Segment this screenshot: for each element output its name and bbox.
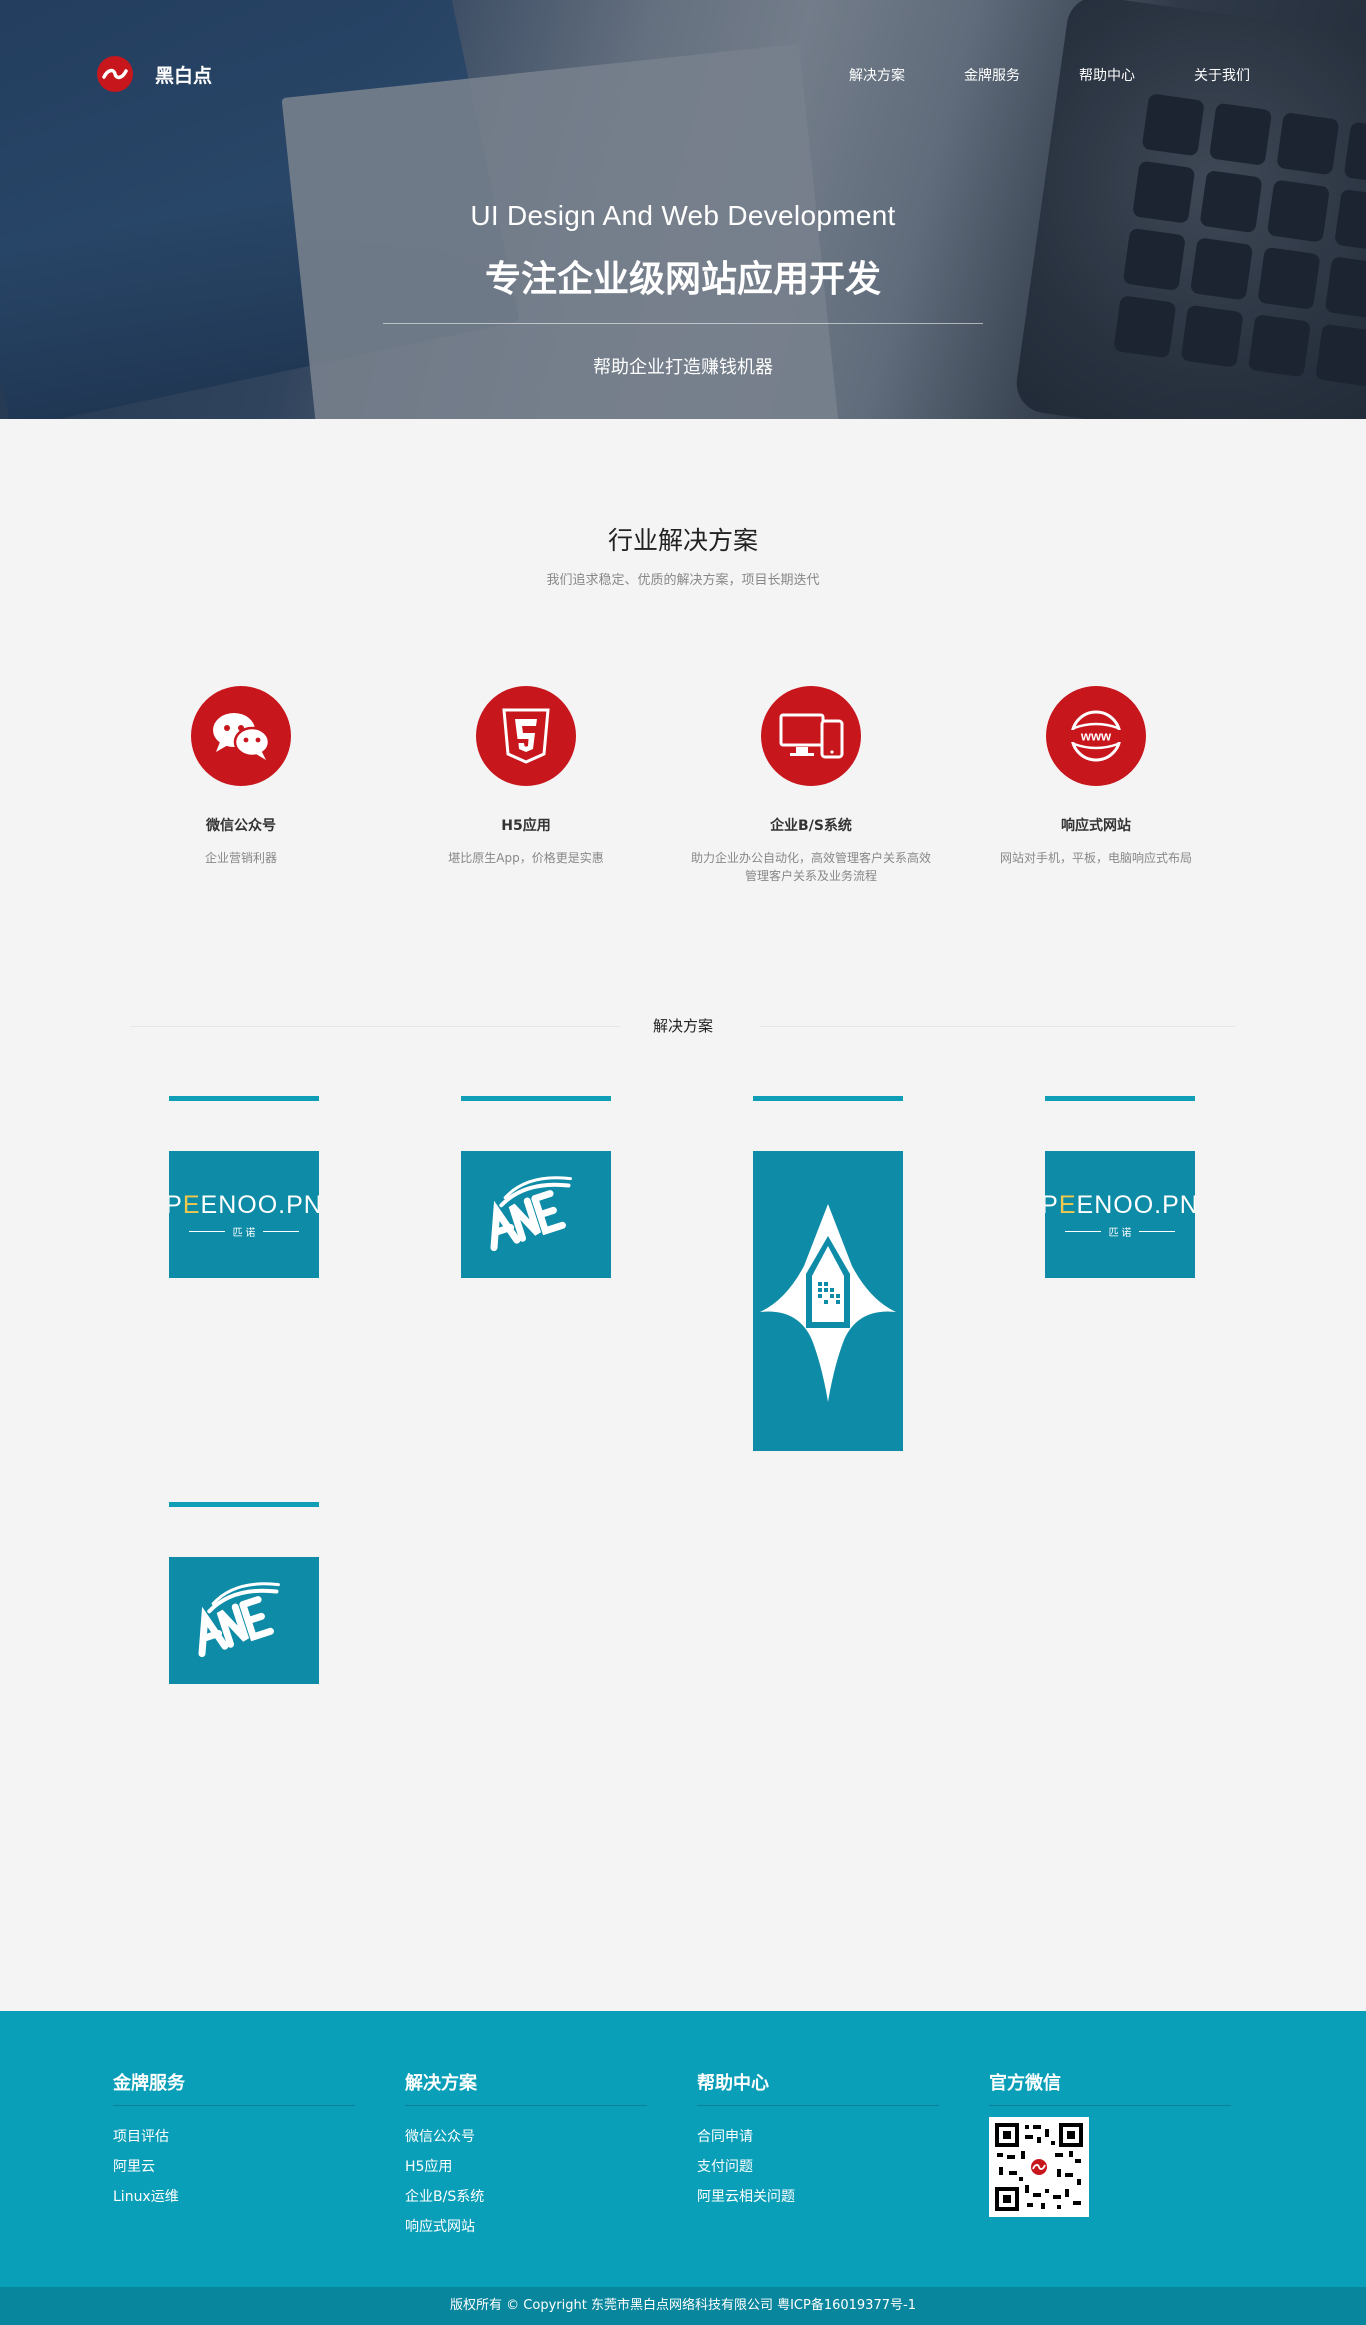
card-accent-bar	[461, 1096, 611, 1101]
footer-link[interactable]: Linux运维	[113, 2182, 355, 2212]
stylized-script-logo	[490, 1175, 572, 1251]
footer-link[interactable]: 企业B/S系统	[405, 2182, 647, 2212]
footer-link[interactable]: 支付问题	[697, 2152, 939, 2182]
footer-link[interactable]: 项目评估	[113, 2122, 355, 2152]
footer-link[interactable]: 合同申请	[697, 2122, 939, 2152]
top-navbar: 黑白点 解决方案 金牌服务 帮助中心 关于我们	[0, 0, 1366, 150]
html5-icon	[476, 686, 576, 786]
solution-card-script[interactable]	[461, 1151, 611, 1278]
peenoo-logo-text: PEENOO.PN	[169, 1190, 319, 1219]
industry-section-subtitle: 我们追求稳定、优质的解决方案，项目长期迭代	[546, 573, 820, 588]
card-accent-bar	[753, 1096, 903, 1101]
hero-subtitle: 帮助企业打造赚钱机器	[593, 357, 773, 378]
footer-col-title: 帮助中心	[697, 2069, 939, 2106]
copyright-bar: 版权所有 © Copyright 东莞市黑白点网络科技有限公司 粤ICP备160…	[0, 2287, 1366, 2325]
card-accent-bar	[169, 1502, 319, 1507]
footer-col-title: 解决方案	[405, 2069, 647, 2106]
solutions-section-title: 解决方案	[652, 1017, 713, 1035]
brand-logo-icon	[97, 56, 133, 92]
nav-menu: 解决方案 金牌服务 帮助中心 关于我们	[849, 65, 1309, 85]
hero-banner: 黑白点 解决方案 金牌服务 帮助中心 关于我们 UI Design And We…	[0, 0, 1366, 419]
footer-col-solutions: 解决方案 微信公众号 H5应用 企业B/S系统 响应式网站	[405, 2069, 647, 2242]
peenoo-logo: PEENOO.PN 匹 诺	[169, 1191, 319, 1239]
hero-title-cn: 专注企业级网站应用开发	[484, 259, 881, 300]
peenoo-logo-text: PEENOO.PN	[1045, 1190, 1195, 1219]
stylized-script-logo	[198, 1581, 280, 1657]
peenoo-logo-cn: 匹 诺	[232, 1227, 256, 1239]
feature-wechat[interactable]: 微信公众号 企业营销利器	[111, 686, 371, 867]
feature-bs-system[interactable]: 企业B/S系统 助力企业办公自动化，高效管理客户关系高效管理客户关系及业务流程	[681, 686, 941, 885]
footer-link[interactable]: 阿里云	[113, 2152, 355, 2182]
www-globe-icon: www	[1046, 686, 1146, 786]
footer-col-wechat: 官方微信	[989, 2069, 1231, 2217]
solution-card-house[interactable]	[753, 1151, 903, 1451]
feature-title: 响应式网站	[1061, 818, 1131, 834]
peenoo-logo-cn: 匹 诺	[1108, 1227, 1132, 1239]
solution-card-peenoo[interactable]: PEENOO.PN 匹 诺	[169, 1151, 319, 1278]
nav-item-solutions[interactable]: 解决方案	[849, 65, 905, 85]
solution-card-peenoo[interactable]: PEENOO.PN 匹 诺	[1045, 1151, 1195, 1278]
house-emblem-logo	[760, 1204, 896, 1402]
card-accent-bar	[169, 1096, 319, 1101]
feature-title: 微信公众号	[206, 818, 276, 834]
feature-title: H5应用	[501, 818, 551, 834]
brand-name: 黑白点	[155, 64, 213, 87]
svg-text:www: www	[1080, 729, 1112, 744]
card-accent-bar	[1045, 1096, 1195, 1101]
footer-col-gold-service: 金牌服务 项目评估 阿里云 Linux运维	[113, 2069, 355, 2212]
feature-desc: 网站对手机，平板，电脑响应式布局	[999, 851, 1192, 865]
feature-h5[interactable]: H5应用 堪比原生App，价格更是实惠	[396, 686, 656, 867]
site-footer: 金牌服务 项目评估 阿里云 Linux运维 解决方案 微信公众号 H5应用 企业…	[0, 2011, 1366, 2287]
devices-icon	[761, 686, 861, 786]
feature-title: 企业B/S系统	[770, 818, 852, 834]
footer-link[interactable]: H5应用	[405, 2152, 647, 2182]
feature-desc: 企业营销利器	[204, 851, 277, 865]
footer-link[interactable]: 响应式网站	[405, 2212, 647, 2242]
peenoo-logo: PEENOO.PN 匹 诺	[1045, 1191, 1195, 1239]
footer-link[interactable]: 阿里云相关问题	[697, 2182, 939, 2212]
feature-desc: 助力企业办公自动化，高效管理客户关系高效管理客户关系及业务流程	[691, 851, 932, 883]
solution-card-script[interactable]	[169, 1557, 319, 1684]
footer-col-help-center: 帮助中心 合同申请 支付问题 阿里云相关问题	[697, 2069, 939, 2212]
nav-item-gold-service[interactable]: 金牌服务	[964, 65, 1020, 85]
footer-col-title: 官方微信	[989, 2069, 1231, 2106]
feature-desc: 堪比原生App，价格更是实惠	[448, 851, 604, 865]
footer-col-title: 金牌服务	[113, 2069, 355, 2106]
feature-responsive-site[interactable]: www 响应式网站 网站对手机，平板，电脑响应式布局	[966, 686, 1226, 867]
hero-title-en: UI Design And Web Development	[470, 200, 896, 231]
nav-item-about-us[interactable]: 关于我们	[1194, 65, 1250, 85]
brand-logo[interactable]: 黑白点	[97, 56, 212, 92]
nav-item-help-center[interactable]: 帮助中心	[1079, 65, 1135, 85]
wechat-qr-code	[989, 2117, 1089, 2217]
footer-link[interactable]: 微信公众号	[405, 2122, 647, 2152]
hero-divider	[383, 323, 983, 324]
industry-section-title: 行业解决方案	[607, 526, 758, 555]
wechat-icon	[191, 686, 291, 786]
